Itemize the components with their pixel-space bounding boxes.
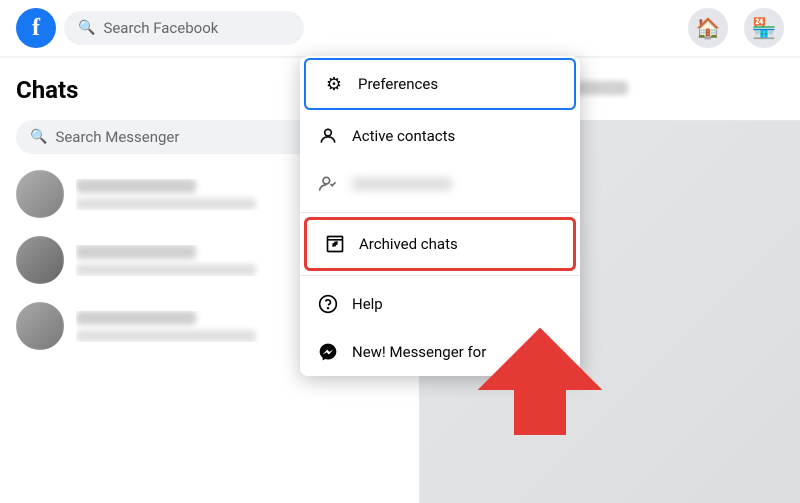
menu-label-messenger-contacts	[352, 177, 452, 191]
menu-divider-2	[300, 275, 580, 276]
menu-item-archived-chats[interactable]: Archived chats	[304, 217, 576, 271]
gear-icon: ⚙	[322, 72, 346, 96]
chat-name	[76, 245, 196, 259]
home-icon: 🏠	[696, 16, 721, 40]
search-icon: 🔍	[78, 20, 95, 36]
archive-icon	[323, 232, 347, 256]
menu-label-help: Help	[352, 295, 383, 313]
chat-name	[76, 179, 196, 193]
fb-logo-letter: f	[32, 15, 40, 42]
marketplace-button[interactable]: 🏪	[744, 8, 784, 48]
chat-name	[76, 311, 196, 325]
messenger-search-placeholder: Search Messenger	[55, 128, 179, 146]
menu-item-active-contacts[interactable]: Active contacts	[300, 112, 580, 160]
search-placeholder-text: Search Facebook	[103, 19, 218, 37]
chat-preview	[76, 330, 256, 342]
search-icon: 🔍	[30, 129, 47, 145]
chat-preview	[76, 264, 256, 276]
menu-divider	[300, 212, 580, 213]
menu-item-preferences[interactable]: ⚙ Preferences	[304, 58, 576, 110]
menu-label-active-contacts: Active contacts	[352, 127, 455, 145]
store-icon: 🏪	[752, 16, 777, 40]
menu-item-messenger-contacts[interactable]	[300, 160, 580, 208]
global-search-bar[interactable]: 🔍 Search Facebook	[64, 11, 304, 45]
menu-label-preferences: Preferences	[358, 75, 438, 93]
home-button[interactable]: 🏠	[688, 8, 728, 48]
avatar	[16, 170, 64, 218]
messenger-icon	[316, 340, 340, 364]
nav-icons-group: 🏠 🏪	[688, 8, 784, 48]
chat-preview	[76, 198, 256, 210]
avatar	[16, 302, 64, 350]
help-icon	[316, 292, 340, 316]
red-arrow-annotation	[460, 319, 620, 443]
top-navigation: f 🔍 Search Facebook 🏠 🏪	[0, 0, 800, 56]
facebook-logo[interactable]: f	[16, 8, 56, 48]
menu-label-archived-chats: Archived chats	[359, 235, 458, 253]
person-icon	[316, 124, 340, 148]
chats-title: Chats	[16, 76, 78, 104]
person-check-icon	[316, 172, 340, 196]
avatar	[16, 236, 64, 284]
